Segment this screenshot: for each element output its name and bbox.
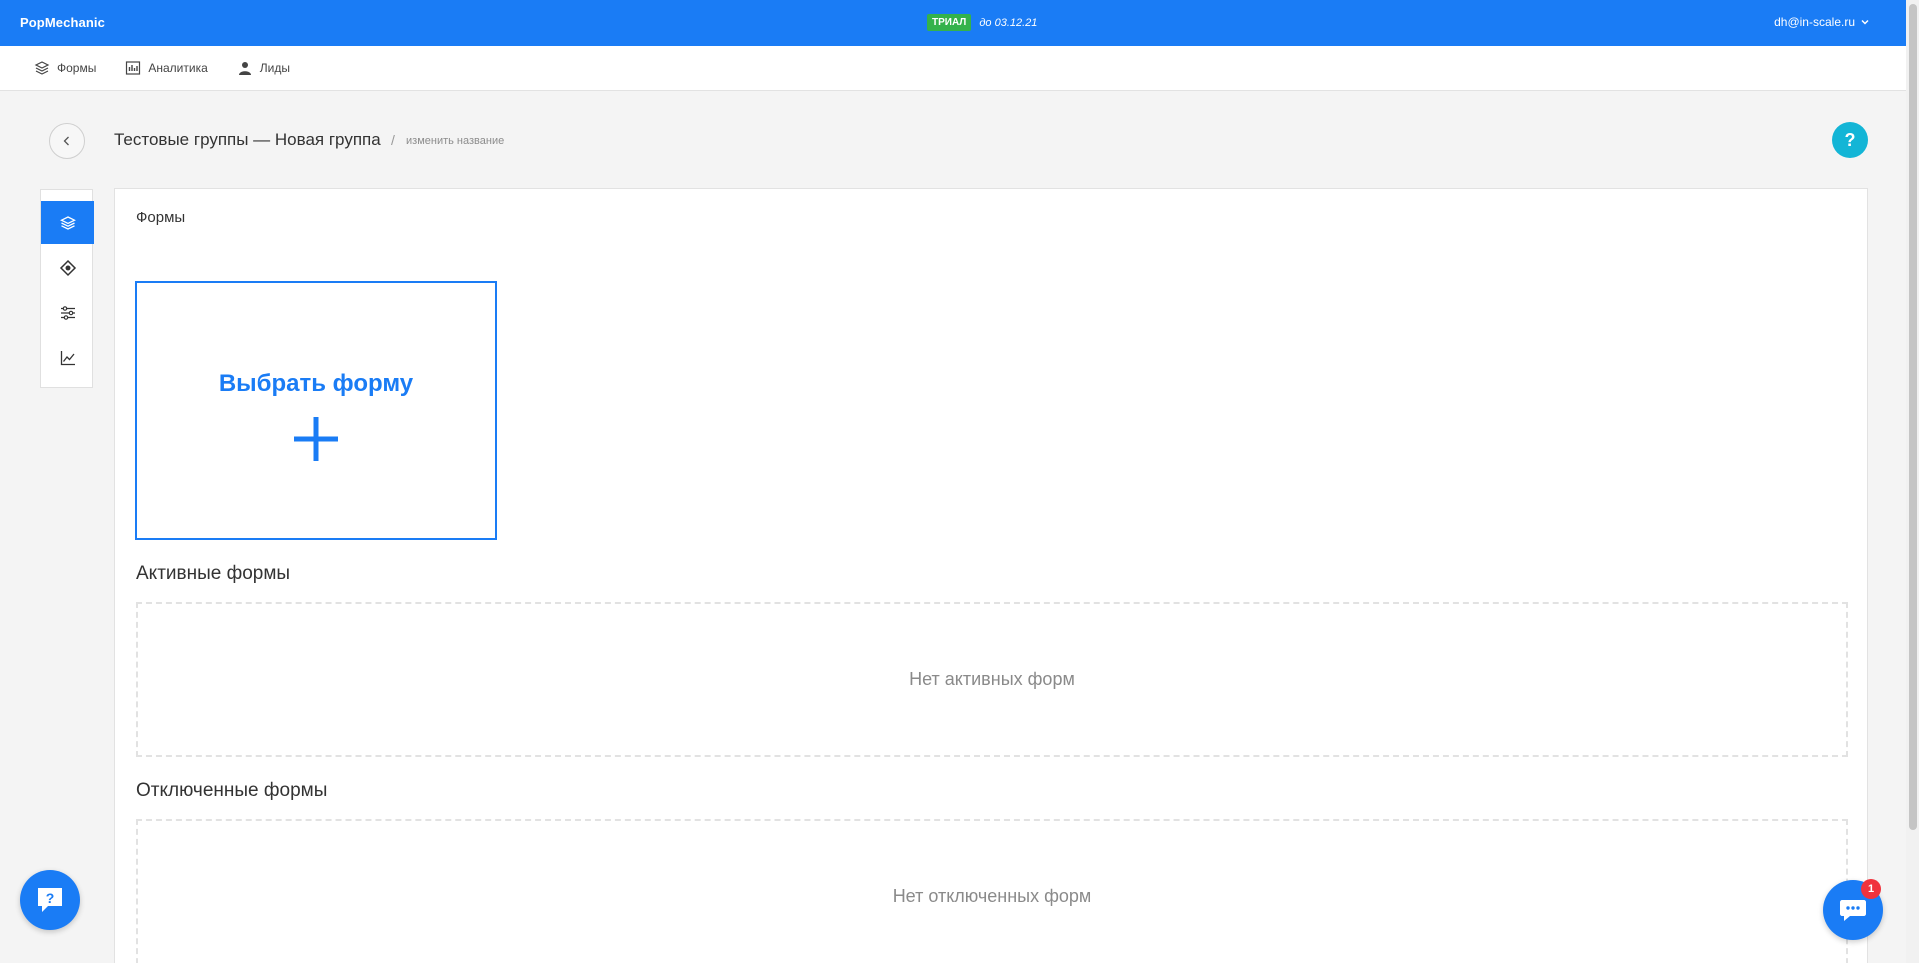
side-tabs <box>40 189 94 388</box>
nav-item-label: Формы <box>57 61 97 75</box>
scrollbar-thumb[interactable] <box>1909 4 1917 830</box>
side-tab-targeting[interactable] <box>41 246 94 289</box>
trial-until: до 03.12.21 <box>979 16 1038 29</box>
nav-item-label: Лиды <box>259 61 290 75</box>
side-tab-settings[interactable] <box>41 291 94 334</box>
trial-badge: ТРИАЛ <box>927 14 972 31</box>
chevron-down-icon <box>1861 19 1869 25</box>
settings-sliders-icon <box>60 305 75 320</box>
plus-icon <box>294 417 338 461</box>
support-help-button[interactable]: ? <box>20 870 80 930</box>
forms-panel: Формы Выбрать форму Активные формы Нет а… <box>114 188 1868 963</box>
layers-icon <box>34 61 50 75</box>
brand-logo[interactable]: PopMechanic <box>20 15 105 30</box>
leads-icon <box>238 62 251 75</box>
page-title: Тестовые группы — Новая группа <box>114 130 381 149</box>
target-icon <box>59 259 76 276</box>
breadcrumb-separator: / <box>391 132 395 148</box>
disabled-forms-empty: Нет отключенных форм <box>136 819 1848 963</box>
choose-form-label: Выбрать форму <box>218 370 414 397</box>
help-chat-icon: ? <box>38 888 62 912</box>
back-button[interactable] <box>49 123 85 159</box>
user-email: dh@in-scale.ru <box>1774 15 1855 29</box>
active-forms-heading: Активные формы <box>136 563 291 584</box>
chevron-left-icon <box>63 136 69 146</box>
choose-form-card[interactable]: Выбрать форму <box>135 281 497 540</box>
page-scrollbar[interactable] <box>1906 0 1919 963</box>
side-tab-forms[interactable] <box>41 201 94 244</box>
svg-text:?: ? <box>46 890 55 906</box>
trial-info: ТРИАЛ до 03.12.21 <box>927 14 1037 31</box>
active-forms-empty-text: Нет активных форм <box>909 669 1075 689</box>
main-nav: Формы Аналитика Лиды <box>0 46 1906 91</box>
side-tab-analytics[interactable] <box>41 336 94 379</box>
panel-title: Формы <box>136 209 186 226</box>
top-bar: PopMechanic ТРИАЛ до 03.12.21 dh@in-scal… <box>0 0 1906 46</box>
nav-item-analytics[interactable]: Аналитика <box>125 60 208 76</box>
rename-link[interactable]: изменить название <box>406 135 504 147</box>
chat-unread-badge: 1 <box>1861 879 1881 899</box>
help-button[interactable]: ? <box>1832 122 1868 158</box>
active-forms-empty: Нет активных форм <box>136 602 1848 757</box>
nav-item-label: Аналитика <box>148 61 208 75</box>
chat-icon <box>1840 900 1866 921</box>
line-chart-icon <box>60 350 75 365</box>
nav-item-leads[interactable]: Лиды <box>237 60 290 76</box>
layers-icon <box>59 215 76 230</box>
user-menu[interactable]: dh@in-scale.ru <box>1774 15 1870 29</box>
disabled-forms-empty-text: Нет отключенных форм <box>892 886 1092 906</box>
nav-item-forms[interactable]: Формы <box>34 60 96 76</box>
disabled-forms-heading: Отключенные формы <box>136 780 328 801</box>
analytics-icon <box>126 61 141 75</box>
